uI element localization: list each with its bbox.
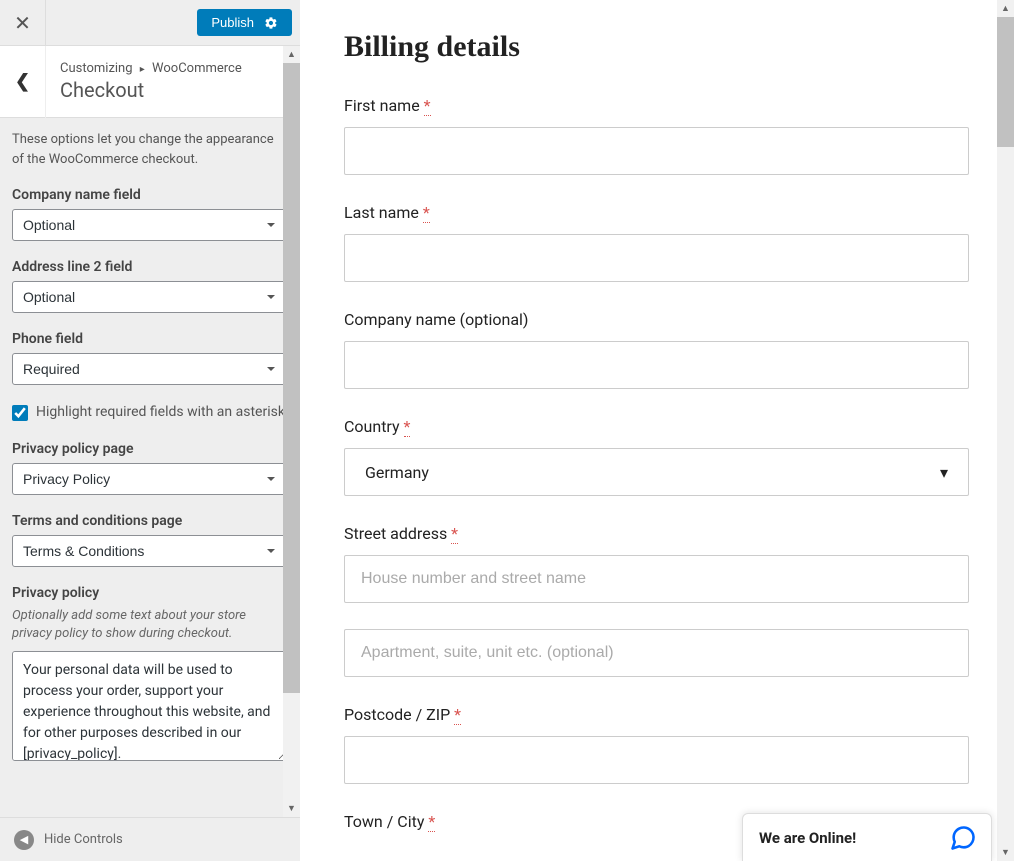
breadcrumb-root: Customizing (60, 61, 133, 76)
phone-label: Phone field (12, 331, 288, 347)
chat-widget[interactable]: We are Online! (742, 813, 992, 861)
breadcrumb-section-name: WooCommerce (152, 61, 242, 76)
required-mark: * (424, 96, 431, 116)
collapse-icon[interactable]: ◀ (14, 830, 34, 850)
header-actions: Publish (197, 0, 300, 45)
address2-control: Address line 2 field Optional (12, 259, 288, 313)
sidebar-controls: These options let you change the appeara… (0, 118, 300, 817)
publish-button[interactable]: Publish (197, 9, 292, 36)
country-value: Germany (365, 463, 429, 482)
terms-page-label: Terms and conditions page (12, 513, 288, 529)
street-address-row: Street address * (344, 524, 969, 677)
company-name-row: Company name (optional) (344, 310, 969, 389)
preview-scrollbar[interactable]: ▲ ▼ (997, 0, 1014, 861)
breadcrumb: ❮ Customizing ▸ WooCommerce Checkout (0, 46, 300, 118)
country-label: Country * (344, 417, 969, 436)
highlight-required-row: Highlight required fields with an asteri… (12, 403, 288, 423)
scroll-up-icon[interactable]: ▲ (997, 0, 1014, 17)
company-name-select[interactable]: Optional (12, 209, 288, 241)
scrollbar-thumb[interactable] (283, 63, 300, 693)
checkout-preview: Billing details First name * Last name *… (300, 0, 997, 861)
street-address-label: Street address * (344, 524, 969, 543)
first-name-row: First name * (344, 96, 969, 175)
required-mark: * (404, 417, 411, 437)
company-name-label: Company name field (12, 187, 288, 203)
terms-page-control: Terms and conditions page Terms & Condit… (12, 513, 288, 567)
privacy-page-control: Privacy policy page Privacy Policy (12, 441, 288, 495)
chevron-left-icon: ❮ (15, 71, 30, 92)
required-mark: * (454, 705, 461, 725)
postcode-label: Postcode / ZIP * (344, 705, 969, 724)
sidebar-footer: ◀ Hide Controls (0, 817, 300, 861)
phone-select[interactable]: Required (12, 353, 288, 385)
required-mark: * (423, 203, 430, 223)
country-select[interactable]: Germany ▾ (344, 448, 969, 496)
close-icon: ✕ (14, 11, 31, 35)
chat-status-text: We are Online! (759, 829, 856, 847)
privacy-page-label: Privacy policy page (12, 441, 288, 457)
phone-control: Phone field Required (12, 331, 288, 385)
terms-page-select[interactable]: Terms & Conditions (12, 535, 288, 567)
postcode-row: Postcode / ZIP * (344, 705, 969, 784)
publish-label: Publish (211, 15, 254, 30)
scroll-down-icon[interactable]: ▼ (283, 800, 300, 817)
chevron-down-icon: ▾ (940, 463, 948, 482)
street-address-2-input[interactable] (344, 629, 969, 677)
chevron-right-icon: ▸ (140, 64, 145, 75)
privacy-policy-control: Privacy policy Optionally add some text … (12, 585, 288, 765)
address2-select[interactable]: Optional (12, 281, 288, 313)
privacy-page-select[interactable]: Privacy Policy (12, 463, 288, 495)
privacy-policy-textarea[interactable] (12, 651, 288, 761)
last-name-input[interactable] (344, 234, 969, 282)
company-name-input[interactable] (344, 341, 969, 389)
page-title: Checkout (60, 78, 242, 102)
sidebar-scrollbar[interactable]: ▲ ▼ (283, 46, 300, 817)
highlight-required-checkbox[interactable] (12, 405, 28, 421)
company-name-control: Company name field Optional (12, 187, 288, 241)
first-name-input[interactable] (344, 127, 969, 175)
privacy-policy-help: Optionally add some text about your stor… (12, 607, 288, 643)
required-mark: * (428, 812, 435, 832)
scroll-up-icon[interactable]: ▲ (283, 46, 300, 63)
first-name-label: First name * (344, 96, 969, 115)
description-text: These options let you change the appeara… (12, 130, 288, 169)
address2-label: Address line 2 field (12, 259, 288, 275)
country-row: Country * Germany ▾ (344, 417, 969, 496)
privacy-policy-label: Privacy policy (12, 585, 288, 601)
scrollbar-thumb[interactable] (997, 17, 1014, 147)
back-button[interactable]: ❮ (0, 46, 46, 118)
close-button[interactable]: ✕ (0, 0, 46, 46)
customizer-sidebar: ✕ Publish ❮ Customizing ▸ WooCommerce Ch… (0, 0, 300, 861)
breadcrumb-path: Customizing ▸ WooCommerce (60, 61, 242, 76)
postcode-input[interactable] (344, 736, 969, 784)
chat-icon (949, 824, 977, 852)
breadcrumb-content: Customizing ▸ WooCommerce Checkout (46, 51, 256, 112)
sidebar-header: ✕ Publish (0, 0, 300, 46)
billing-title: Billing details (344, 30, 969, 64)
company-name-label: Company name (optional) (344, 310, 969, 329)
highlight-required-label: Highlight required fields with an asteri… (36, 403, 285, 423)
gear-icon (264, 16, 278, 30)
last-name-row: Last name * (344, 203, 969, 282)
scroll-down-icon[interactable]: ▼ (997, 844, 1014, 861)
hide-controls-button[interactable]: Hide Controls (44, 832, 123, 847)
street-address-input[interactable] (344, 555, 969, 603)
last-name-label: Last name * (344, 203, 969, 222)
required-mark: * (451, 524, 458, 544)
